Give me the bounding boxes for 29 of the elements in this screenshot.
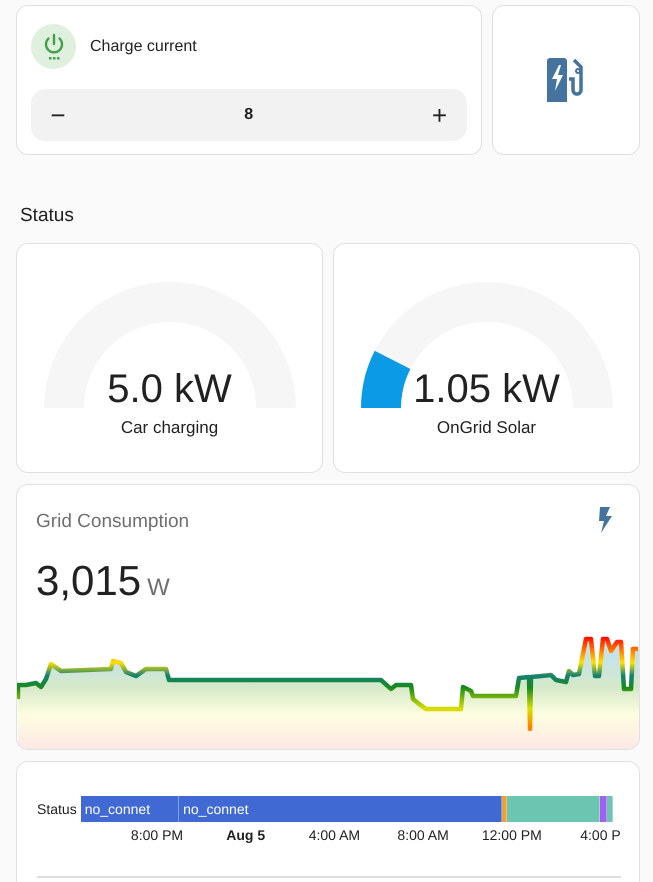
gauge-label: OnGrid Solar xyxy=(436,418,536,438)
gauge-card[interactable]: 1.05 kW OnGrid Solar xyxy=(333,243,640,473)
card-title: Grid Consumption xyxy=(36,511,190,533)
increment-button[interactable]: + xyxy=(424,100,454,130)
gauge-fill xyxy=(360,350,410,408)
row-label: Status xyxy=(37,801,77,817)
grid-consumption-card[interactable]: Grid Consumption 3,015 W xyxy=(16,484,640,750)
axis-tick-label: 4:00 P xyxy=(580,827,621,843)
gauge-card[interactable]: 5.0 kW Car charging xyxy=(16,243,323,473)
timeline-segment[interactable]: no_connet xyxy=(80,796,180,822)
ev-charger-card[interactable] xyxy=(492,5,640,155)
lightning-icon xyxy=(597,507,613,533)
axis-tick-label: 8:00 AM xyxy=(397,827,449,843)
gauge-label: Car charging xyxy=(120,418,218,438)
axis-tick-label: Aug 5 xyxy=(226,827,266,843)
decrement-button[interactable]: − xyxy=(43,100,73,130)
axis-tick-label: 4:00 AM xyxy=(308,827,360,843)
gauge-value: 1.05 kW xyxy=(413,367,560,412)
unit-label: W xyxy=(147,574,170,602)
consumption-value: 3,015 xyxy=(36,557,142,605)
gauge-value: 5.0 kW xyxy=(107,367,232,412)
section-heading: Status xyxy=(20,205,74,227)
timeline-segment[interactable]: no_connet xyxy=(179,796,502,822)
stepper-value: 8 xyxy=(244,106,254,124)
timeline-segment[interactable] xyxy=(502,796,507,822)
axis-tick-label: 8:00 PM xyxy=(130,827,184,843)
card-title: Charge current xyxy=(90,38,197,56)
power-icon[interactable] xyxy=(31,24,76,69)
axis-tick-label: 12:00 PM xyxy=(482,827,542,843)
